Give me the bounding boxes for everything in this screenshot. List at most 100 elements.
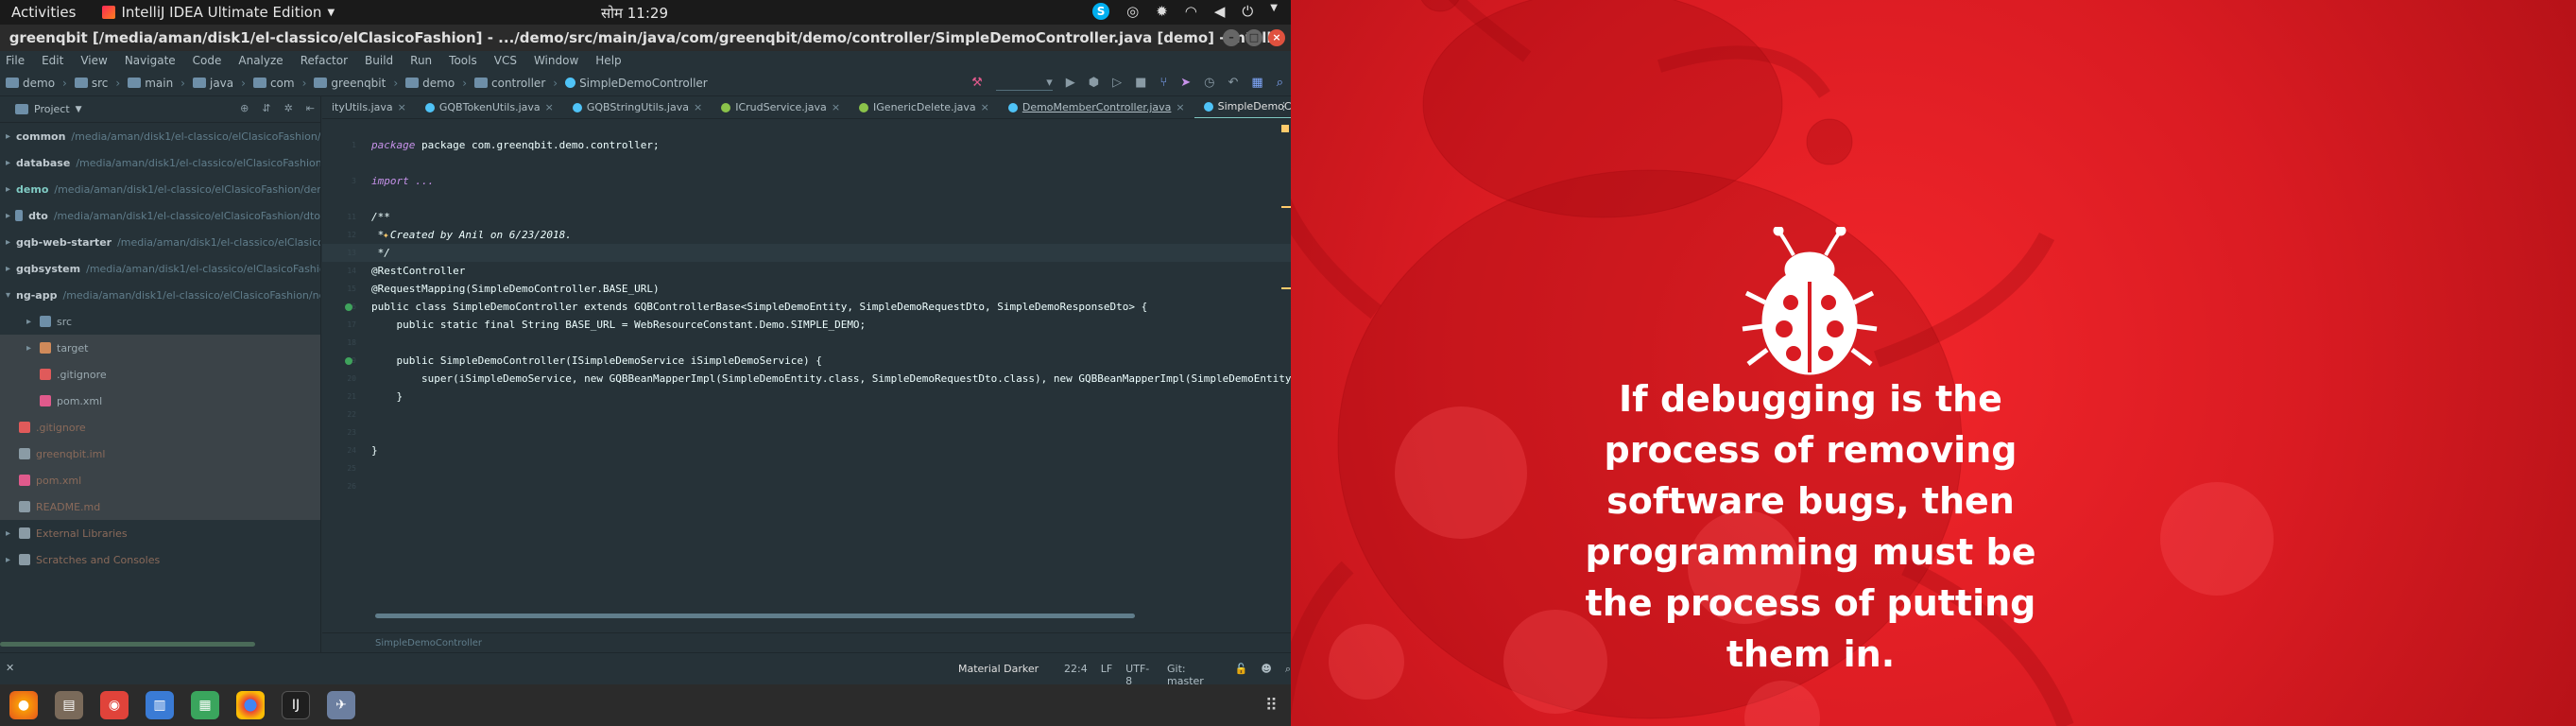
- implementation-gutter-icon[interactable]: [345, 303, 352, 311]
- editor-tab[interactable]: ityUtils.java ×: [322, 96, 416, 118]
- editor-breadcrumb[interactable]: SimpleDemoController: [322, 632, 1291, 652]
- minimize-button[interactable]: –: [1223, 29, 1240, 46]
- scroll-from-source-icon[interactable]: ⊕: [240, 102, 249, 114]
- breadcrumb-item[interactable]: demo: [6, 77, 55, 90]
- tree-item[interactable]: ▸ dto/media/aman/disk1/el-classico/elClas…: [0, 202, 320, 229]
- wifi-icon[interactable]: ◠: [1185, 3, 1197, 20]
- chrome-icon[interactable]: [236, 691, 265, 719]
- close-tab-icon[interactable]: ×: [981, 101, 989, 113]
- tree-item[interactable]: ▸ gqbsystem/media/aman/disk1/el-classico/…: [0, 255, 320, 282]
- menu-item-run[interactable]: Run: [410, 54, 432, 67]
- editor-horizontal-scrollbar[interactable]: [375, 614, 1135, 618]
- close-tab-icon[interactable]: ×: [694, 101, 702, 113]
- chevron-down-icon[interactable]: ▼: [1270, 3, 1278, 20]
- app-menu[interactable]: IntelliJ IDEA Ultimate Edition ▼: [102, 4, 335, 21]
- hide-icon[interactable]: ⇤: [306, 102, 315, 114]
- breadcrumb-item[interactable]: greenqbit: [314, 77, 386, 90]
- lightbulb-icon[interactable]: ✦: [383, 229, 389, 241]
- files-icon[interactable]: ▤: [55, 691, 83, 719]
- menu-item-view[interactable]: View: [80, 54, 107, 67]
- tree-item[interactable]: ▾ ng-app/media/aman/disk1/el-classico/elC…: [0, 282, 320, 308]
- tree-item[interactable]: pom.xml: [0, 467, 320, 493]
- menu-item-edit[interactable]: Edit: [42, 54, 63, 67]
- postman-icon[interactable]: ✈: [327, 691, 355, 719]
- chevron-down-icon[interactable]: ▾: [6, 290, 10, 301]
- spreadsheet-icon[interactable]: ▦: [191, 691, 219, 719]
- project-panel-title[interactable]: Project: [34, 103, 70, 115]
- search-icon[interactable]: ⌕: [1277, 76, 1283, 91]
- chevron-right-icon[interactable]: ▸: [6, 528, 19, 539]
- chevron-right-icon[interactable]: ▸: [26, 343, 40, 354]
- tab-overflow-icon[interactable]: ⋮: [1279, 100, 1289, 112]
- stop-icon[interactable]: ■: [1135, 76, 1146, 91]
- breadcrumb-item[interactable]: demo: [405, 77, 455, 90]
- menu-item-vcs[interactable]: VCS: [494, 54, 517, 67]
- menu-item-window[interactable]: Window: [534, 54, 578, 67]
- clock[interactable]: सोम 11:29: [601, 4, 668, 23]
- settings-icon[interactable]: ✹: [1156, 3, 1168, 20]
- tree-item[interactable]: ▸ src: [0, 308, 320, 335]
- chevron-right-icon[interactable]: ▸: [6, 237, 10, 248]
- breadcrumb-item[interactable]: src: [74, 77, 108, 90]
- editor-tab[interactable]: SimpleDemoController.java×: [1194, 96, 1291, 118]
- error-stripe[interactable]: [1281, 125, 1291, 626]
- tree-item[interactable]: ▸ gqb-web-starter/media/aman/disk1/el-cla…: [0, 229, 320, 255]
- chevron-right-icon[interactable]: ▸: [6, 158, 10, 168]
- skype-icon[interactable]: S: [1092, 3, 1110, 20]
- breadcrumb-item[interactable]: java: [192, 77, 233, 90]
- vcs-push-icon[interactable]: ➤: [1180, 76, 1191, 91]
- close-tab-icon[interactable]: ×: [398, 101, 406, 113]
- event-log-icon[interactable]: ✕: [6, 662, 14, 674]
- intellij-dock-icon[interactable]: IJ: [282, 691, 310, 719]
- revert-icon[interactable]: ↶: [1228, 76, 1239, 91]
- activities-button[interactable]: Activities: [11, 4, 76, 21]
- coverage-icon[interactable]: ▷: [1112, 76, 1122, 91]
- chevron-down-icon[interactable]: ▼: [76, 105, 82, 114]
- steam-icon[interactable]: ◎: [1126, 3, 1139, 20]
- history-icon[interactable]: ◷: [1204, 76, 1214, 91]
- run-config-dropdown[interactable]: ▾: [995, 76, 1053, 91]
- menu-item-help[interactable]: Help: [595, 54, 621, 67]
- close-tab-icon[interactable]: ×: [545, 101, 554, 113]
- tree-item[interactable]: ▸ common/media/aman/disk1/el-classico/elC…: [0, 123, 320, 149]
- tree-item[interactable]: pom.xml: [0, 388, 320, 414]
- tree-item[interactable]: greenqbit.iml: [0, 441, 320, 467]
- vcs-branch-icon[interactable]: ⑂: [1159, 76, 1167, 91]
- chevron-right-icon[interactable]: ▸: [6, 184, 10, 195]
- show-applications-icon[interactable]: ⠿: [1265, 696, 1278, 716]
- override-gutter-icon[interactable]: [345, 357, 352, 365]
- build-hammer-icon[interactable]: ⚒: [971, 76, 983, 91]
- maximize-button[interactable]: □: [1245, 29, 1262, 46]
- tree-item[interactable]: ▸ External Libraries: [0, 520, 320, 546]
- debug-icon[interactable]: ⬢: [1089, 76, 1099, 91]
- chevron-right-icon[interactable]: ▸: [6, 131, 10, 142]
- volume-icon[interactable]: ◀: [1214, 3, 1226, 20]
- close-button[interactable]: ×: [1268, 29, 1285, 46]
- close-tab-icon[interactable]: ×: [1176, 101, 1184, 113]
- tree-item[interactable]: ▸ Scratches and Consoles: [0, 546, 320, 573]
- chevron-right-icon[interactable]: ▸: [6, 264, 10, 274]
- editor-tab[interactable]: ICrudService.java ×: [712, 96, 850, 118]
- menu-item-tools[interactable]: Tools: [449, 54, 477, 67]
- close-tab-icon[interactable]: ×: [832, 101, 840, 113]
- run-icon[interactable]: ▶: [1066, 76, 1075, 91]
- tree-item[interactable]: ▸ target: [0, 335, 320, 361]
- breadcrumb-item[interactable]: SimpleDemoController: [565, 77, 708, 90]
- tree-item[interactable]: ▸ demo/media/aman/disk1/el-classico/elCla…: [0, 176, 320, 202]
- chevron-right-icon[interactable]: ▸: [6, 555, 19, 565]
- tree-item[interactable]: ▸ database/media/aman/disk1/el-classico/e…: [0, 149, 320, 176]
- editor-tab[interactable]: GQBTokenUtils.java ×: [416, 96, 563, 118]
- menu-item-refactor[interactable]: Refactor: [301, 54, 348, 67]
- menu-item-code[interactable]: Code: [193, 54, 222, 67]
- breadcrumb-item[interactable]: main: [128, 77, 173, 90]
- firefox-icon[interactable]: ●: [9, 691, 38, 719]
- menu-item-analyze[interactable]: Analyze: [238, 54, 283, 67]
- menu-item-file[interactable]: File: [6, 54, 25, 67]
- tree-item[interactable]: README.md: [0, 493, 320, 520]
- collapse-all-icon[interactable]: ⇵: [262, 102, 270, 114]
- editor-tab[interactable]: DemoMemberController.java ×: [999, 96, 1194, 118]
- power-icon[interactable]: ⏻: [1242, 3, 1253, 20]
- theme-indicator[interactable]: Material Darker: [958, 663, 1039, 675]
- code-editor[interactable]: 1 package package com.greenqbit.demo.cont…: [322, 136, 1291, 628]
- libreoffice-writer-icon[interactable]: ▥: [146, 691, 174, 719]
